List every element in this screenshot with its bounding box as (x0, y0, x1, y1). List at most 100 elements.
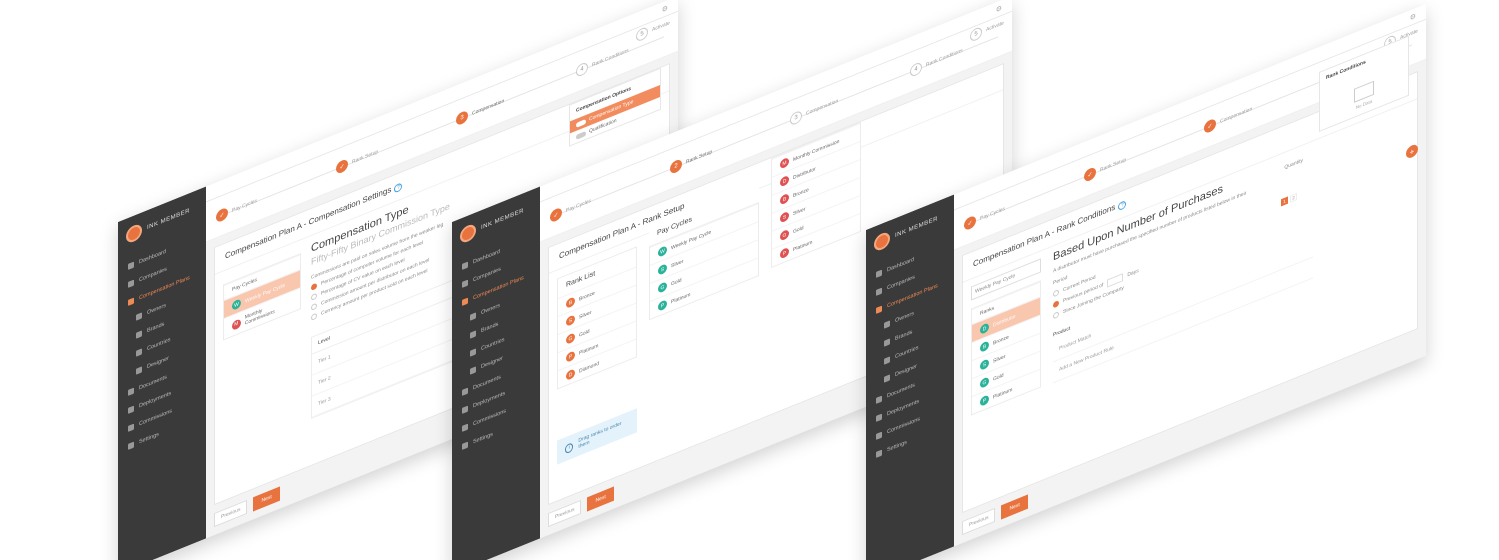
building-icon (876, 287, 882, 296)
dashboard-icon (876, 269, 882, 278)
sidebar-nav: Dashboard Companies Compensation Plans O… (118, 222, 206, 460)
step-number-icon: 3 (456, 109, 468, 127)
money-icon (462, 423, 468, 432)
bell-icon[interactable]: ⚙ (996, 4, 1002, 15)
sidebar-nav: Dashboard Companies Compensation Plans O… (866, 230, 954, 468)
brand-name: INK MEMBER (147, 207, 191, 232)
check-icon: ✓ (550, 206, 562, 224)
step-number-icon: 2 (670, 158, 682, 175)
step-number-icon: 5 (970, 25, 982, 43)
step-pay-cycles[interactable]: ✓ Pay Cycles (216, 195, 257, 224)
rank-icon: D (980, 322, 989, 335)
rank-icon: B (566, 296, 575, 309)
sitemap-icon (876, 305, 882, 314)
next-button[interactable]: Next (587, 486, 614, 512)
help-icon[interactable]: ? (1118, 199, 1127, 212)
globe-icon (884, 356, 890, 365)
step-rank-conditions[interactable]: 4Rank Conditions (576, 45, 629, 78)
rank-icon: D (566, 368, 575, 381)
rank-icon: G (780, 228, 789, 242)
file-icon (876, 395, 882, 404)
step-number-icon: 4 (910, 61, 922, 78)
rank-icon: D (780, 174, 789, 188)
rank-icon: S (566, 314, 575, 327)
globe-icon (470, 348, 476, 357)
rank-icon: G (980, 376, 989, 389)
rank-icon: B (780, 192, 789, 206)
users-icon (470, 312, 476, 321)
tag-icon (470, 330, 476, 339)
gear-icon (876, 449, 882, 458)
tag-icon (884, 338, 890, 347)
step-number-icon: 3 (790, 109, 802, 127)
previous-button[interactable]: Previous (962, 507, 996, 536)
logo-icon (126, 222, 142, 245)
rank-icon: P (780, 246, 789, 260)
step-compensation[interactable]: ✓ Compensation (1204, 103, 1252, 135)
check-icon: ✓ (336, 158, 348, 175)
ranks-list: Ranks D Distributor B Bronze S Silver G Gold… (971, 280, 1041, 416)
building-icon (462, 279, 468, 288)
gear-icon (462, 441, 468, 450)
previous-button[interactable]: Previous (214, 499, 248, 528)
sidebar-nav: Dashboard Companies Compensation Plans O… (452, 222, 540, 460)
radio-icon (1053, 311, 1059, 320)
rank-icon: B (980, 340, 989, 353)
rank-icon: P (980, 394, 989, 407)
rank-icon: S (980, 358, 989, 371)
help-icon[interactable]: ? (394, 182, 403, 194)
drag-info-alert: i Drag ranks to order them (557, 408, 637, 465)
brush-icon (884, 374, 890, 383)
step-rank-setup[interactable]: ✓ Rank Setup (1084, 154, 1126, 183)
step-compensation[interactable]: 3 Compensation (790, 95, 838, 127)
switch-icon (576, 130, 586, 140)
rank-icon: S (658, 263, 667, 276)
money-icon (876, 431, 882, 440)
rank-icon: G (566, 332, 575, 345)
file-icon (462, 387, 468, 396)
sidebar: INK MEMBER Dashboard Companies Compensat… (118, 186, 206, 560)
step-rank-setup[interactable]: 2 Rank Setup (670, 146, 712, 175)
cycle-icon: M (780, 156, 789, 170)
next-button[interactable]: Next (1001, 494, 1028, 520)
file-icon (128, 387, 134, 396)
dashboard-icon (462, 261, 468, 270)
globe-icon (136, 348, 142, 357)
step-number-icon: 5 (636, 25, 648, 43)
radio-icon (1053, 300, 1059, 309)
users-icon (884, 320, 890, 329)
radio-icon (311, 312, 317, 322)
building-icon (128, 279, 134, 288)
check-icon: ✓ (1084, 166, 1096, 183)
bell-icon[interactable]: ⚙ (1410, 12, 1416, 23)
bell-icon[interactable]: ⚙ (662, 4, 668, 15)
dashboard-icon (128, 261, 134, 270)
rank-list: Rank List B Bronze S Silver G Gold P Platinu… (557, 246, 637, 390)
rocket-icon (462, 405, 468, 414)
rank-icon: S (780, 210, 789, 224)
rank-icon: G (658, 281, 667, 294)
previous-button[interactable]: Previous (548, 499, 582, 528)
rocket-icon (128, 405, 134, 414)
logo-icon (460, 222, 476, 245)
check-icon: ✓ (964, 214, 976, 232)
brush-icon (470, 366, 476, 375)
users-icon (136, 312, 142, 321)
rank-icon: P (566, 350, 575, 363)
gear-icon (128, 441, 134, 450)
sitemap-icon (128, 297, 134, 306)
step-pay-cycles[interactable]: ✓ Pay Cycles (964, 203, 1005, 232)
sidebar: INK MEMBER Dashboard Companies Compensat… (452, 186, 540, 560)
check-icon: ✓ (1204, 117, 1216, 135)
step-rank-setup[interactable]: ✓ Rank Setup (336, 146, 378, 175)
rank-icon: P (658, 299, 667, 312)
money-icon (128, 423, 134, 432)
brush-icon (136, 366, 142, 375)
brand-name: INK MEMBER (895, 215, 939, 240)
step-compensation[interactable]: 3 Compensation (456, 95, 504, 127)
info-icon: i (565, 441, 574, 454)
monthly-cycle-card: M Monthly Commission D Distributor B Bronze… (771, 121, 861, 269)
step-pay-cycles[interactable]: ✓ Pay Cycles (550, 195, 591, 224)
step-rank-conditions[interactable]: 4Rank Conditions (910, 45, 963, 78)
next-button[interactable]: Next (253, 486, 280, 512)
